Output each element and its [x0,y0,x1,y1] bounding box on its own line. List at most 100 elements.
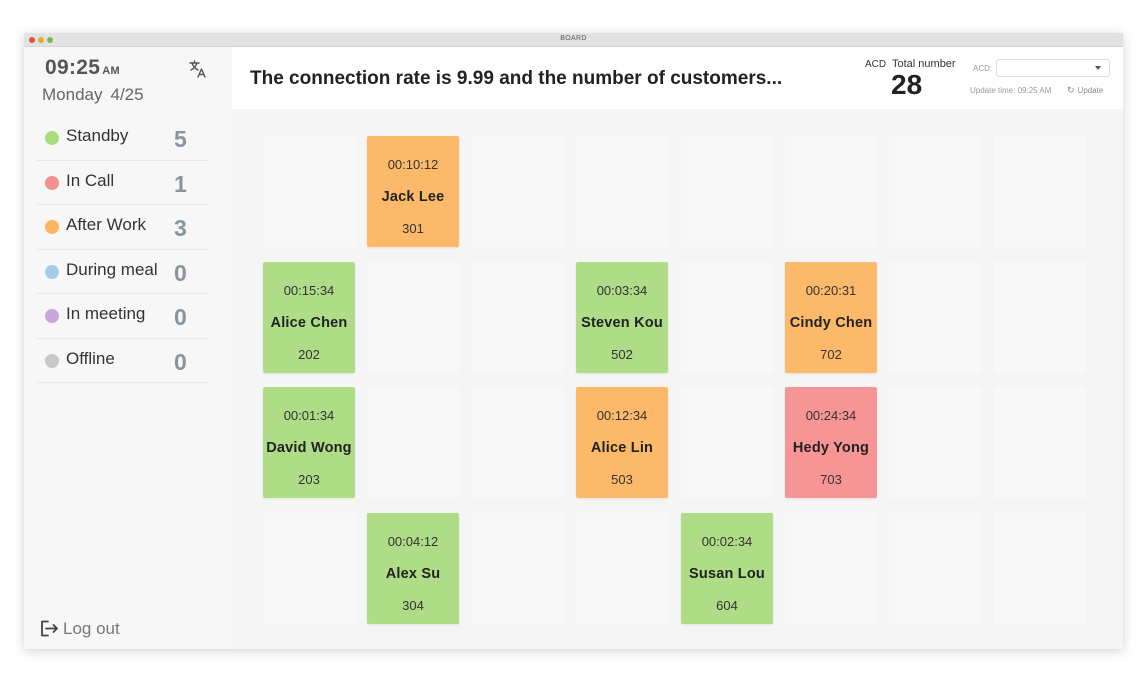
logout-label: Log out [63,619,120,638]
seat-grid: 00:10:12 Jack Lee 301 00:15:34 Alice Chen 202… [232,109,1123,649]
agent-timer: 00:24:34 [805,408,857,423]
agent-extension: 503 [611,472,633,487]
agent-timer: 00:02:34 [701,534,753,549]
status-item-after-work[interactable]: After Work 3 [36,205,208,250]
weekday: Monday [42,85,103,104]
agent-name: Jack Lee [381,189,445,205]
sidebar: 09:25AM Monday 4/25 Standby 5 In Call 1 [24,47,232,649]
empty-seat [367,387,459,498]
acd-select[interactable] [996,59,1110,77]
empty-seat [367,262,459,373]
agent-extension: 604 [716,598,738,613]
empty-seat [472,262,564,373]
agent-card[interactable]: 00:01:34 David Wong 203 [263,387,355,498]
title-bar: BOARD [24,33,1123,47]
update-time: Update time: 09:25 AM [970,86,1052,95]
empty-seat [994,387,1086,498]
agent-extension: 703 [820,472,842,487]
status-label: During meal [66,259,158,279]
status-count: 1 [174,170,187,197]
status-dot [45,353,59,368]
agent-extension: 301 [402,221,424,236]
agent-card[interactable]: 00:24:34 Hedy Yong 703 [785,387,877,498]
status-item-offline[interactable]: Offline 0 [36,339,208,383]
agent-timer: 00:04:12 [387,534,439,549]
update-button[interactable]: ↻ Update [1067,85,1103,96]
app-window: BOARD 09:25 AM Monday 4/25 Standby 5 In Ca… [24,33,1123,649]
agent-timer: 00:10:12 [387,157,439,172]
agent-card[interactable]: 00:02:34 Susan Lou 604 [681,513,773,624]
agent-timer: 00:03:34 [596,283,648,298]
logout-icon [41,620,58,637]
headline: The connection rate is 9.99 and the numb… [250,68,783,89]
status-count: 3 [174,215,187,241]
empty-seat [681,262,773,373]
empty-seat [263,136,355,247]
header: The connection rate is 9.99 and the numb… [232,47,1123,109]
status-dot [45,175,59,190]
empty-seat [889,262,981,373]
status-label: Standby [66,126,129,145]
clock: 09:25 AM [45,56,120,80]
agent-card[interactable]: 00:03:34 Steven Kou 502 [576,262,668,373]
empty-seat [889,136,981,247]
clock-time: 09:25 [45,56,101,79]
window-title: BOARD [560,35,587,42]
status-item-in-meeting[interactable]: In meeting 0 [36,294,208,339]
agent-extension: 202 [298,347,320,362]
total-number: 28 [891,69,923,100]
empty-seat [681,136,773,247]
status-label: Offline [66,348,115,368]
status-list: Standby 5 In Call 1 After Work 3 During … [36,116,208,383]
date: Monday 4/25 [42,85,144,105]
acd-select-label: ACD: [973,64,993,73]
status-count: 0 [174,348,187,375]
status-count: 5 [174,126,187,152]
translate-icon[interactable] [188,59,208,79]
status-dot [45,131,59,145]
agent-timer: 00:20:31 [805,283,857,298]
agent-name: Alice Chen [270,315,348,331]
status-item-standby[interactable]: Standby 5 [36,116,208,161]
empty-seat [263,513,355,624]
agent-name: Alex Su [385,566,441,582]
status-dot [45,309,59,323]
status-label: In meeting [66,304,146,323]
agent-extension: 304 [402,598,424,613]
empty-seat [472,136,564,247]
clock-ampm: AM [102,65,120,77]
empty-seat [472,387,564,498]
empty-seat [472,513,564,624]
agent-extension: 502 [611,347,633,362]
empty-seat [994,136,1086,247]
empty-seat [576,136,668,247]
status-dot [45,264,59,279]
acd-label: ACD [865,59,887,70]
agent-card[interactable]: 00:12:34 Alice Lin 503 [576,387,668,498]
status-item-during-meal[interactable]: During meal 0 [36,250,208,294]
agent-extension: 702 [820,347,842,362]
status-item-in-call[interactable]: In Call 1 [36,161,208,205]
chevron-down-icon [1095,66,1101,70]
empty-seat [576,513,668,624]
empty-seat [785,513,877,624]
agent-card[interactable]: 00:20:31 Cindy Chen 702 [785,262,877,373]
date-value: 4/25 [110,85,144,104]
agent-name: Susan Lou [689,566,765,582]
agent-name: Cindy Chen [789,315,873,331]
status-count: 0 [174,259,187,286]
refresh-icon: ↻ [1067,85,1075,95]
agent-name: Alice Lin [590,440,654,456]
status-count: 0 [174,304,187,330]
agent-timer: 00:15:34 [283,283,335,298]
agent-card[interactable]: 00:10:12 Jack Lee 301 [367,136,459,247]
status-label: After Work [66,215,146,234]
agent-name: Steven Kou [581,315,663,331]
empty-seat [681,387,773,498]
status-label: In Call [66,170,115,190]
agent-card[interactable]: 00:04:12 Alex Su 304 [367,513,459,624]
agent-card[interactable]: 00:15:34 Alice Chen 202 [263,262,355,373]
agent-extension: 203 [298,472,320,487]
empty-seat [889,513,981,624]
agent-name: David Wong [266,440,352,456]
